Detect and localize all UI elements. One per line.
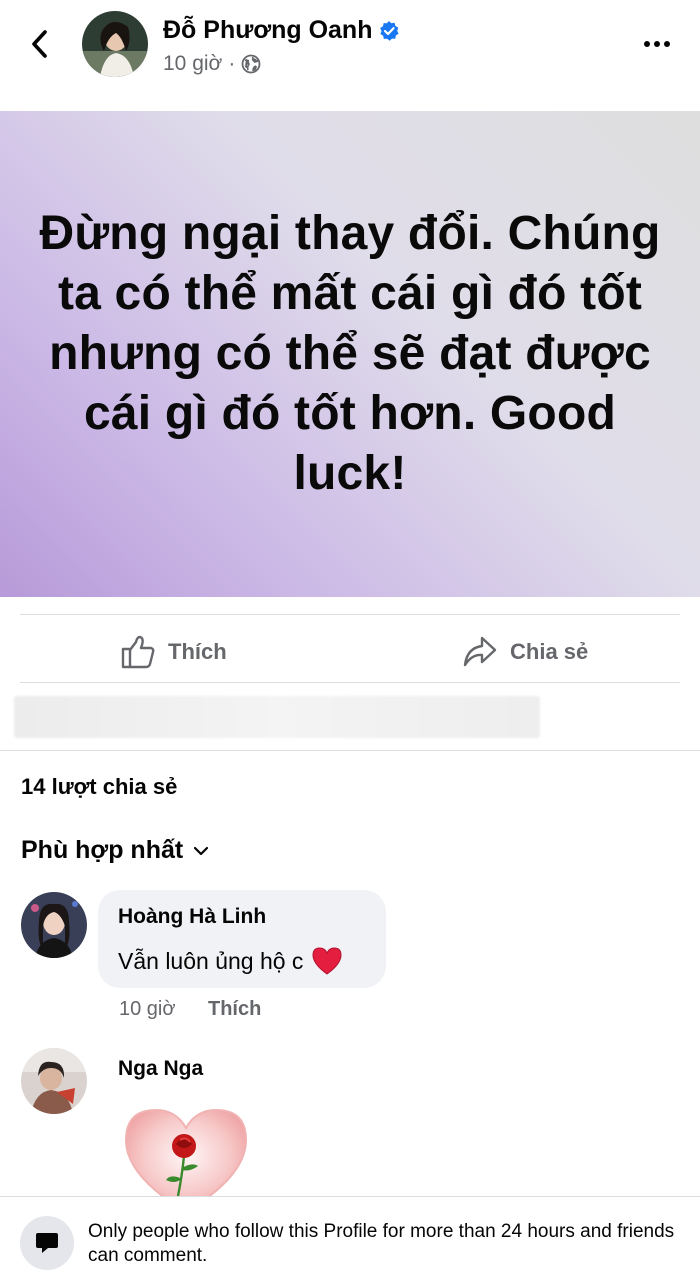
verified-badge-icon bbox=[380, 20, 400, 41]
divider bbox=[0, 750, 700, 751]
dot-icon bbox=[664, 41, 670, 47]
restriction-notice: Only people who follow this Profile for … bbox=[88, 1221, 675, 1266]
red-heart-icon bbox=[312, 947, 342, 975]
chevron-down-icon bbox=[194, 846, 209, 855]
sort-label: Phù hợp nhất bbox=[21, 836, 184, 864]
more-options-button[interactable] bbox=[640, 30, 674, 58]
post-time[interactable]: 10 giờ bbox=[163, 52, 222, 76]
back-button[interactable] bbox=[22, 26, 58, 62]
post-text: Đừng ngại thay đổi. Chúng ta có thể mất … bbox=[39, 207, 661, 500]
chevron-left-icon bbox=[32, 30, 47, 58]
like-button[interactable]: Thích bbox=[120, 624, 227, 680]
sort-comments-dropdown[interactable]: Phù hợp nhất bbox=[21, 836, 209, 865]
thumbs-up-icon bbox=[121, 635, 155, 669]
divider bbox=[20, 682, 680, 683]
blurred-content bbox=[14, 696, 540, 738]
author-avatar[interactable] bbox=[82, 11, 148, 77]
author-name-row[interactable]: Đỗ Phương Oanh bbox=[163, 16, 400, 45]
comment-bubble-icon bbox=[20, 1216, 74, 1270]
share-count[interactable]: 14 lượt chia sẻ bbox=[21, 774, 177, 800]
comment-text: Vẫn luôn ủng hộ c bbox=[118, 947, 304, 974]
commenter-name[interactable]: Nga Nga bbox=[118, 1057, 203, 1081]
post-header: Đỗ Phương Oanh 10 giờ · bbox=[0, 0, 700, 110]
share-button[interactable]: Chia sẻ bbox=[462, 624, 588, 680]
commenter-avatar[interactable] bbox=[21, 1048, 87, 1114]
comment-restriction-footer: Only people who follow this Profile for … bbox=[0, 1196, 700, 1286]
meta-separator: · bbox=[228, 52, 236, 75]
like-label: Thích bbox=[168, 639, 227, 664]
commenter-avatar[interactable] bbox=[21, 892, 87, 958]
author-name[interactable]: Đỗ Phương Oanh bbox=[163, 16, 372, 45]
share-arrow-icon bbox=[463, 636, 497, 667]
share-label: Chia sẻ bbox=[510, 639, 589, 664]
comment-time: 10 giờ bbox=[119, 998, 176, 1020]
heart-rose-sticker[interactable] bbox=[120, 1104, 252, 1204]
commenter-name[interactable]: Hoàng Hà Linh bbox=[118, 905, 266, 929]
globe-icon bbox=[241, 54, 261, 74]
post-meta: 10 giờ · bbox=[163, 52, 261, 76]
comment-like-button[interactable]: Thích bbox=[208, 998, 261, 1021]
comment-text-row: Vẫn luôn ủng hộ c bbox=[118, 946, 343, 976]
dot-icon bbox=[644, 41, 650, 47]
divider bbox=[20, 614, 680, 615]
post-background[interactable]: Đừng ngại thay đổi. Chúng ta có thể mất … bbox=[0, 111, 700, 597]
dot-icon bbox=[654, 41, 660, 47]
